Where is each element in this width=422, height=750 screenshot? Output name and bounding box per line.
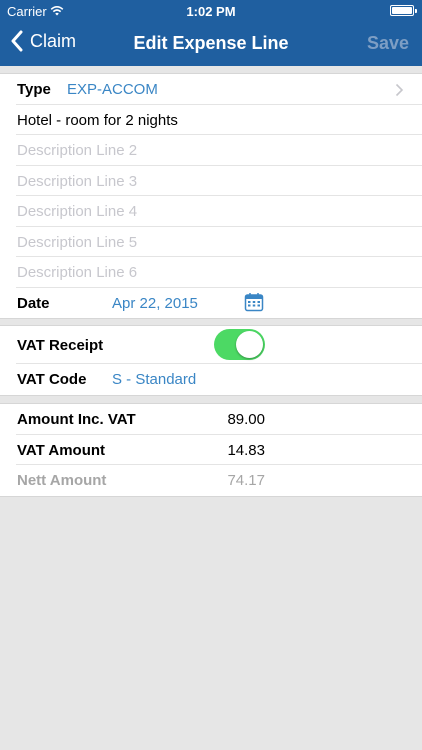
- description-line-5-placeholder: Description Line 5: [17, 233, 138, 251]
- save-button[interactable]: Save: [367, 33, 409, 54]
- toggle-knob: [236, 331, 263, 358]
- vat-code-row[interactable]: VAT Code S - Standard: [0, 364, 422, 395]
- vat-code-label: VAT Code: [17, 371, 87, 388]
- date-row[interactable]: Date Apr 22, 2015: [0, 288, 422, 319]
- clock: 1:02 PM: [186, 4, 236, 19]
- vat-amount-label: VAT Amount: [17, 441, 106, 459]
- nett-amount-row: Nett Amount 74.17: [0, 465, 422, 496]
- date-value: Apr 22, 2015: [112, 294, 198, 312]
- amount-inc-vat-row[interactable]: Amount Inc. VAT 89.00: [0, 404, 422, 435]
- description-line-2[interactable]: Description Line 2: [0, 135, 422, 166]
- vat-amount-value[interactable]: 14.83: [212, 442, 265, 459]
- type-row[interactable]: Type EXP-ACCOM: [0, 74, 422, 105]
- vat-receipt-row: VAT Receipt: [0, 326, 422, 364]
- vat-receipt-toggle[interactable]: [214, 329, 265, 360]
- description-line-4-placeholder: Description Line 4: [17, 203, 138, 220]
- amount-inc-vat-value[interactable]: 89.00: [212, 411, 265, 428]
- top-bar: Carrier 1:02 PM Claim Edit Expense Line …: [0, 0, 422, 66]
- page-title: Edit Expense Line: [133, 33, 289, 53]
- status-bar: Carrier 1:02 PM: [0, 0, 422, 22]
- description-line-3-placeholder: Description Line 3: [17, 172, 138, 190]
- description-line-3[interactable]: Description Line 3: [0, 166, 422, 196]
- description-line-6[interactable]: Description Line 6: [0, 257, 422, 288]
- description-line-4[interactable]: Description Line 4: [0, 196, 422, 227]
- battery-icon: [390, 5, 417, 16]
- navigation-bar: Claim Edit Expense Line Save: [0, 22, 422, 66]
- vat-receipt-label: VAT Receipt: [17, 337, 104, 354]
- description-line-2-placeholder: Description Line 2: [17, 142, 138, 159]
- amounts-section: Amount Inc. VAT 89.00 VAT Amount 14.83 N…: [0, 403, 422, 497]
- nett-amount-label: Nett Amount: [17, 472, 107, 489]
- vat-section: VAT Receipt VAT Code S - Standard: [0, 325, 422, 396]
- date-label: Date: [17, 294, 50, 312]
- amount-inc-vat-label: Amount Inc. VAT: [17, 411, 136, 428]
- type-value: EXP-ACCOM: [67, 81, 158, 98]
- description-line-6-placeholder: Description Line 6: [17, 264, 138, 281]
- calendar-icon[interactable]: [244, 292, 264, 312]
- vat-amount-row[interactable]: VAT Amount 14.83: [0, 435, 422, 465]
- chevron-right-icon: [395, 83, 404, 97]
- nett-amount-value: 74.17: [227, 472, 265, 489]
- description-line-1-text: Hotel - room for 2 nights: [17, 111, 178, 129]
- vat-code-value: S - Standard: [112, 371, 197, 388]
- details-section: Type EXP-ACCOM Hotel - room for 2 nights…: [0, 73, 422, 319]
- description-line-5[interactable]: Description Line 5: [0, 227, 422, 257]
- description-line-1[interactable]: Hotel - room for 2 nights: [0, 105, 422, 135]
- type-label: Type: [17, 81, 51, 98]
